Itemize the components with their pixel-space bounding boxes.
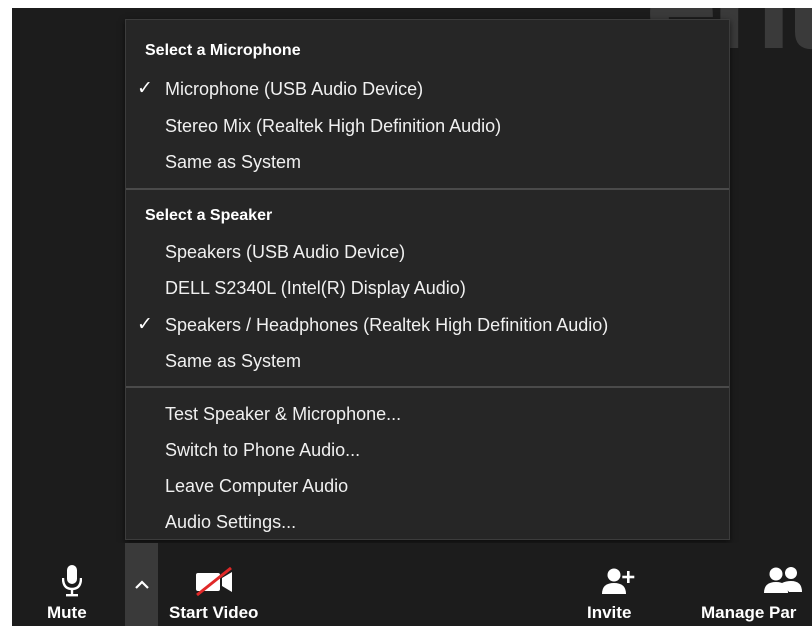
invite-label: Invite (587, 603, 632, 622)
manage-participants-button[interactable]: Manage Par (700, 543, 812, 626)
meeting-window: ent Select a Microphone ✓ Microphone (US… (12, 8, 812, 626)
start-video-button[interactable]: Start Video (167, 543, 267, 626)
speaker-section-header: Select a Speaker (145, 207, 273, 224)
screenshot-border-left (0, 0, 12, 626)
mute-button[interactable]: Mute (42, 543, 102, 626)
menu-item-speaker-dell[interactable]: DELL S2340L (Intel(R) Display Audio) (126, 271, 729, 305)
video-off-icon (196, 567, 232, 597)
menu-item-test-speaker-microphone[interactable]: Test Speaker & Microphone... (126, 397, 729, 431)
checkmark-icon: ✓ (137, 314, 153, 335)
menu-item-label: Same as System (165, 152, 302, 172)
menu-item-speaker-usb[interactable]: Speakers (USB Audio Device) (126, 235, 729, 269)
menu-item-microphone-stereo-mix[interactable]: Stereo Mix (Realtek High Definition Audi… (126, 109, 729, 143)
microphone-icon (62, 565, 82, 597)
menu-item-speaker-realtek[interactable]: ✓ Speakers / Headphones (Realtek High De… (126, 308, 729, 342)
invite-button[interactable]: Invite (587, 543, 647, 626)
menu-item-label: DELL S2340L (Intel(R) Display Audio) (165, 278, 466, 298)
microphone-section-header: Select a Microphone (145, 42, 301, 59)
meeting-toolbar: Mute Start Video Invite Manage Par (12, 543, 812, 626)
screenshot-border-top (0, 0, 812, 8)
menu-item-label: Speakers (USB Audio Device) (165, 242, 406, 262)
menu-item-label: Stereo Mix (Realtek High Definition Audi… (165, 116, 502, 136)
menu-divider (126, 386, 729, 388)
mute-label: Mute (47, 603, 87, 622)
menu-item-switch-to-phone-audio[interactable]: Switch to Phone Audio... (126, 433, 729, 467)
menu-item-label: Test Speaker & Microphone... (165, 404, 402, 424)
audio-options-menu: Select a Microphone ✓ Microphone (USB Au… (125, 19, 730, 540)
manage-participants-label: Manage Par (701, 603, 797, 622)
menu-item-audio-settings[interactable]: Audio Settings... (126, 505, 729, 539)
menu-item-label: Speakers / Headphones (Realtek High Defi… (165, 315, 609, 335)
menu-item-label: Leave Computer Audio (165, 476, 349, 496)
participants-icon (764, 567, 802, 593)
menu-item-microphone-usb[interactable]: ✓ Microphone (USB Audio Device) (126, 72, 729, 106)
menu-item-leave-computer-audio[interactable]: Leave Computer Audio (126, 469, 729, 503)
menu-item-microphone-same-as-system[interactable]: Same as System (126, 145, 729, 179)
menu-divider (126, 188, 729, 190)
menu-item-speaker-same-as-system[interactable]: Same as System (126, 344, 729, 378)
chevron-up-icon (135, 580, 149, 589)
start-video-label: Start Video (169, 603, 259, 622)
menu-item-label: Microphone (USB Audio Device) (165, 79, 424, 99)
menu-item-label: Audio Settings... (165, 512, 297, 532)
add-user-icon (602, 568, 635, 594)
audio-options-button[interactable] (125, 543, 158, 626)
menu-item-label: Same as System (165, 351, 302, 371)
menu-item-label: Switch to Phone Audio... (165, 440, 361, 460)
checkmark-icon: ✓ (137, 78, 153, 99)
